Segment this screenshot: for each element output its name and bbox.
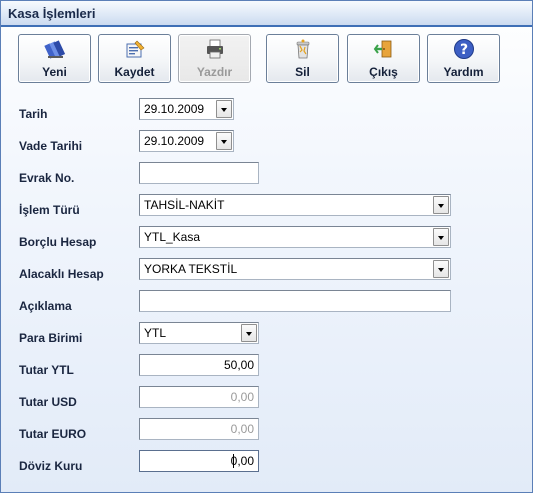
tutar-euro-value: 0,00	[230, 422, 254, 436]
text-cursor	[233, 454, 234, 468]
tutar-usd-label: Tutar USD	[19, 395, 77, 409]
cikis-button[interactable]: Çıkış	[347, 34, 420, 83]
tarih-label: Tarih	[19, 107, 48, 121]
yazdir-button[interactable]: Yazdır	[178, 34, 251, 83]
vade-tarihi-dropdown-icon[interactable]	[216, 132, 232, 150]
doviz-kuru-value: 0,00	[230, 454, 254, 468]
tarih-dropdown-icon[interactable]	[216, 100, 232, 118]
evrak-no-label: Evrak No.	[19, 171, 75, 185]
kaydet-label: Kaydet	[114, 65, 155, 79]
doviz-kuru-label: Döviz Kuru	[19, 459, 83, 473]
alacakli-hesap-dropdown-icon[interactable]	[433, 260, 449, 278]
borclu-hesap-label: Borçlu Hesap	[19, 235, 97, 249]
tarih-date-picker[interactable]: 29.10.2009	[139, 98, 234, 120]
cikis-label: Çıkış	[369, 65, 398, 79]
trash-icon	[296, 39, 310, 59]
books-icon	[44, 40, 66, 59]
aciklama-label: Açıklama	[19, 299, 72, 313]
kaydet-button[interactable]: Kaydet	[98, 34, 171, 83]
para-birimi-dropdown-icon[interactable]	[241, 324, 257, 342]
doviz-kuru-input[interactable]: 0,00	[139, 450, 259, 472]
printer-icon	[207, 39, 223, 59]
vade-tarihi-value: 29.10.2009	[144, 134, 205, 148]
islem-turu-label: İşlem Türü	[19, 203, 80, 217]
sil-button[interactable]: Sil	[266, 34, 339, 83]
yeni-label: Yeni	[42, 65, 67, 79]
vade-tarihi-date-picker[interactable]: 29.10.2009	[139, 130, 234, 152]
tutar-ytl-input[interactable]: 50,00	[139, 354, 259, 376]
exit-door-icon	[373, 40, 392, 58]
sil-label: Sil	[295, 65, 310, 79]
tutar-euro-input[interactable]: 0,00	[139, 418, 259, 440]
islem-turu-dropdown-icon[interactable]	[433, 196, 449, 214]
tutar-usd-value: 0,00	[230, 390, 254, 404]
tutar-ytl-value: 50,00	[223, 358, 254, 372]
para-birimi-value: YTL	[144, 326, 167, 340]
alacakli-hesap-value: YORKA TEKSTİL	[144, 262, 238, 276]
borclu-hesap-dropdown-icon[interactable]	[433, 228, 449, 246]
svg-text:?: ?	[460, 42, 468, 58]
borclu-hesap-value: YTL_Kasa	[144, 230, 201, 244]
yardim-label: Yardım	[443, 65, 484, 79]
yeni-button[interactable]: Yeni	[18, 34, 91, 83]
title-bar: Kasa İşlemleri	[1, 1, 532, 27]
vade-tarihi-label: Vade Tarihi	[19, 139, 83, 153]
help-icon: ?	[454, 39, 474, 59]
tutar-euro-label: Tutar EURO	[19, 427, 87, 441]
tarih-value: 29.10.2009	[144, 102, 205, 116]
tutar-usd-input[interactable]: 0,00	[139, 386, 259, 408]
para-birimi-label: Para Birimi	[19, 331, 83, 345]
tutar-ytl-label: Tutar YTL	[19, 363, 74, 377]
yardim-button[interactable]: ? Yardım	[427, 34, 500, 83]
yazdir-label: Yazdır	[196, 65, 233, 79]
para-birimi-select[interactable]: YTL	[139, 322, 259, 344]
kasa-islemleri-window: Kasa İşlemleri Yeni Kaydet Yazdır Sil Çı…	[0, 0, 533, 493]
alacakli-hesap-label: Alacaklı Hesap	[19, 267, 104, 281]
window-title: Kasa İşlemleri	[8, 6, 96, 21]
aciklama-input[interactable]	[139, 290, 451, 312]
evrak-no-input[interactable]	[139, 162, 259, 184]
islem-turu-value: TAHSİL-NAKİT	[144, 198, 225, 212]
alacakli-hesap-select[interactable]: YORKA TEKSTİL	[139, 258, 451, 280]
save-note-icon	[126, 40, 145, 58]
islem-turu-select[interactable]: TAHSİL-NAKİT	[139, 194, 451, 216]
borclu-hesap-select[interactable]: YTL_Kasa	[139, 226, 451, 248]
